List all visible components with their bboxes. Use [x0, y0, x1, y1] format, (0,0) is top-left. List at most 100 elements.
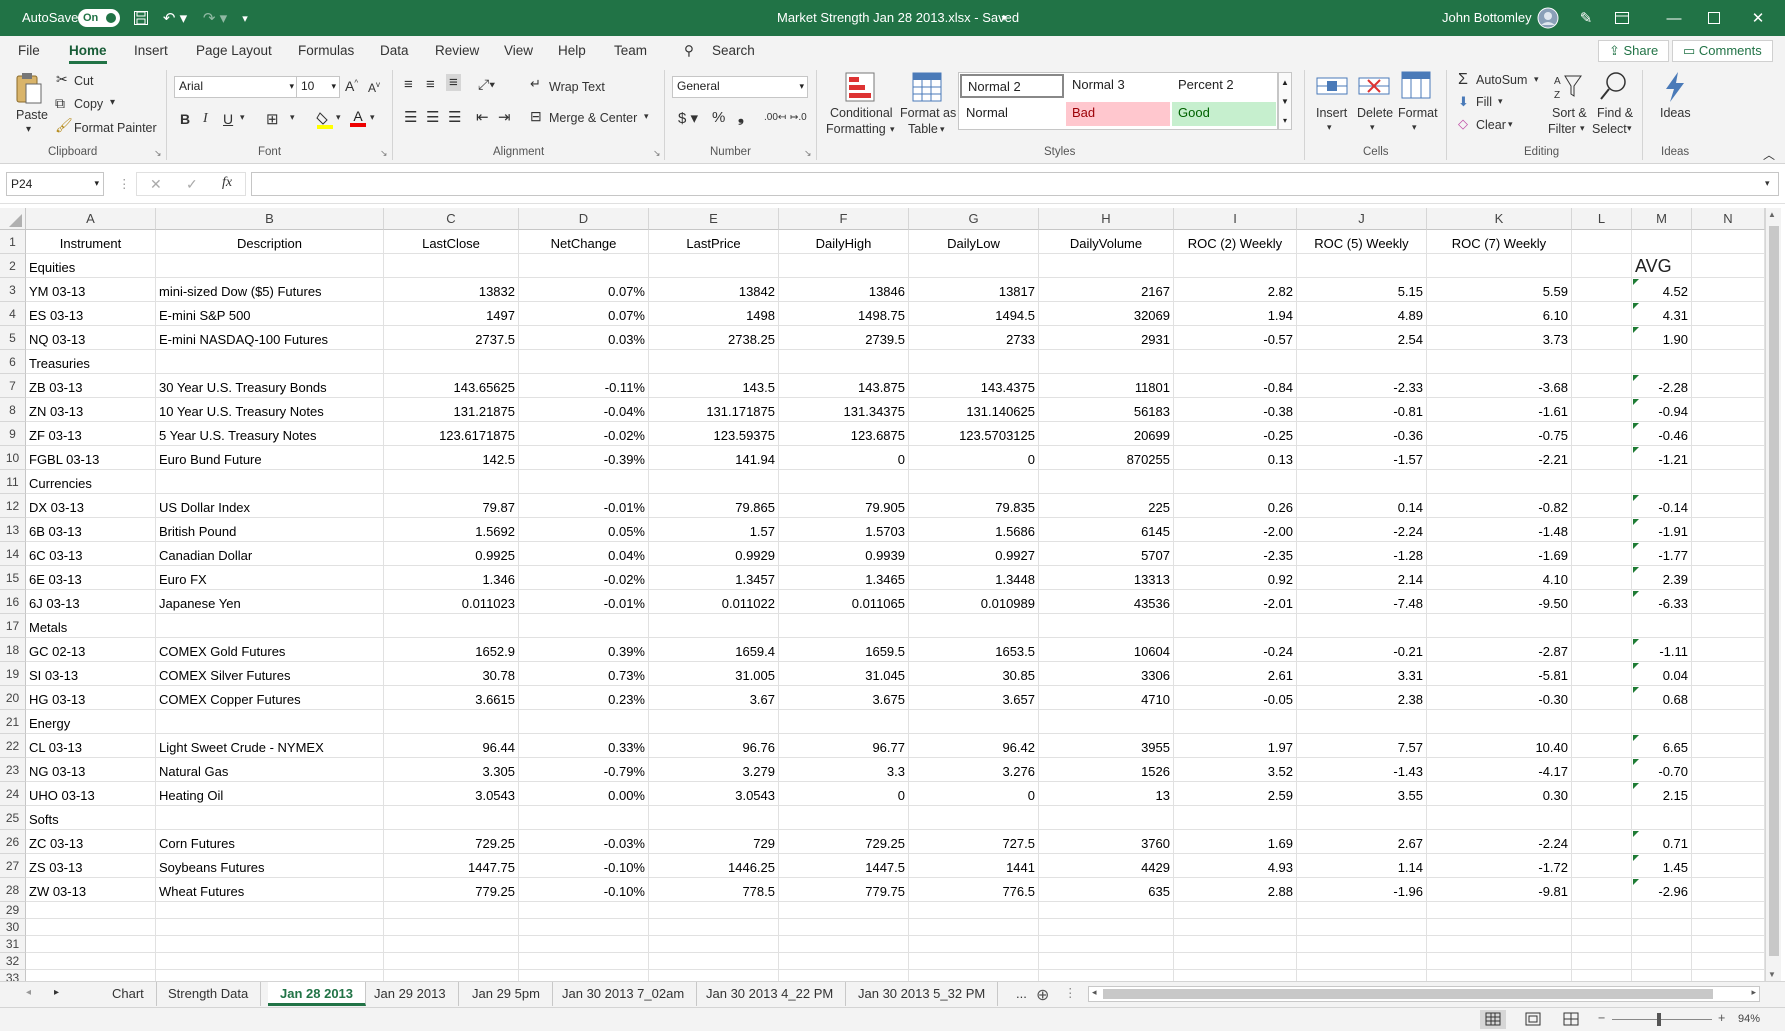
- table-cell[interactable]: Heating Oil: [156, 782, 384, 806]
- table-cell[interactable]: 10.40: [1427, 734, 1572, 758]
- table-cell[interactable]: [649, 936, 779, 953]
- table-cell[interactable]: [779, 902, 909, 919]
- table-cell[interactable]: [1692, 398, 1765, 422]
- table-cell[interactable]: [156, 919, 384, 936]
- row-header[interactable]: 1: [0, 230, 26, 254]
- orientation-icon[interactable]: ⤢▾: [478, 76, 495, 93]
- table-cell[interactable]: [1572, 494, 1632, 518]
- table-cell[interactable]: 0.9927: [909, 542, 1039, 566]
- fill-dropdown-icon[interactable]: ▾: [1498, 96, 1503, 107]
- table-cell[interactable]: [1297, 953, 1427, 970]
- conditional-formatting-icon[interactable]: [845, 72, 875, 102]
- table-cell[interactable]: [1692, 590, 1765, 614]
- table-cell[interactable]: -7.48: [1297, 590, 1427, 614]
- table-cell[interactable]: 10604: [1039, 638, 1174, 662]
- comments-button[interactable]: ▭ Comments: [1672, 40, 1773, 62]
- table-cell[interactable]: 123.59375: [649, 422, 779, 446]
- row-header[interactable]: 13: [0, 518, 26, 542]
- table-cell[interactable]: 776.5: [909, 878, 1039, 902]
- sheet-tab[interactable]: Strength Data: [156, 982, 262, 1006]
- row-header[interactable]: 29: [0, 902, 26, 919]
- style-good[interactable]: Good: [1172, 102, 1276, 126]
- find-dropdown-icon[interactable]: ▾: [1627, 123, 1632, 134]
- horizontal-scroll-thumb[interactable]: [1103, 989, 1713, 999]
- table-cell[interactable]: [1572, 422, 1632, 446]
- table-cell[interactable]: Corn Futures: [156, 830, 384, 854]
- table-cell[interactable]: [519, 254, 649, 278]
- find-select-icon[interactable]: [1598, 70, 1628, 102]
- table-cell[interactable]: 5.59: [1427, 278, 1572, 302]
- table-cell[interactable]: 1.3457: [649, 566, 779, 590]
- table-cell[interactable]: [909, 902, 1039, 919]
- table-cell[interactable]: -0.02%: [519, 566, 649, 590]
- redo-icon[interactable]: ↷ ▾: [200, 7, 230, 29]
- column-header[interactable]: I: [1174, 208, 1297, 230]
- column-header[interactable]: K: [1427, 208, 1572, 230]
- table-cell[interactable]: [1572, 919, 1632, 936]
- table-cell[interactable]: 5.15: [1297, 278, 1427, 302]
- table-cell[interactable]: 30.85: [909, 662, 1039, 686]
- table-cell[interactable]: [1039, 470, 1174, 494]
- table-cell[interactable]: -2.87: [1427, 638, 1572, 662]
- table-cell[interactable]: [909, 919, 1039, 936]
- table-cell[interactable]: [384, 254, 519, 278]
- table-cell[interactable]: 4.93: [1174, 854, 1297, 878]
- table-cell[interactable]: -2.33: [1297, 374, 1427, 398]
- table-cell[interactable]: 1.5686: [909, 518, 1039, 542]
- row-header[interactable]: 26: [0, 830, 26, 854]
- table-cell[interactable]: [649, 919, 779, 936]
- table-cell[interactable]: 2167: [1039, 278, 1174, 302]
- table-cell[interactable]: [1427, 936, 1572, 953]
- row-header[interactable]: 7: [0, 374, 26, 398]
- table-cell[interactable]: 3.276: [909, 758, 1039, 782]
- table-cell[interactable]: [1572, 350, 1632, 374]
- table-cell[interactable]: 79.835: [909, 494, 1039, 518]
- table-cell[interactable]: -1.11: [1632, 638, 1692, 662]
- table-cell[interactable]: [1692, 326, 1765, 350]
- borders-dropdown-icon[interactable]: ▾: [290, 112, 295, 123]
- table-cell[interactable]: 0.04%: [519, 542, 649, 566]
- table-cell[interactable]: 0.011022: [649, 590, 779, 614]
- fill-color-icon[interactable]: [316, 110, 334, 130]
- table-cell[interactable]: [1692, 902, 1765, 919]
- table-cell[interactable]: Metals: [26, 614, 156, 638]
- table-cell[interactable]: [909, 710, 1039, 734]
- table-cell[interactable]: [1572, 398, 1632, 422]
- table-cell[interactable]: [779, 919, 909, 936]
- table-cell[interactable]: Euro FX: [156, 566, 384, 590]
- table-cell[interactable]: -2.96: [1632, 878, 1692, 902]
- table-cell[interactable]: 2.39: [1632, 566, 1692, 590]
- delete-cells-icon[interactable]: [1358, 72, 1390, 100]
- table-cell[interactable]: -0.05: [1174, 686, 1297, 710]
- table-cell[interactable]: -0.46: [1632, 422, 1692, 446]
- table-cell[interactable]: [1692, 542, 1765, 566]
- table-cell[interactable]: [1427, 953, 1572, 970]
- table-cell[interactable]: [1174, 614, 1297, 638]
- table-cell[interactable]: [1632, 953, 1692, 970]
- table-cell[interactable]: 6.10: [1427, 302, 1572, 326]
- table-cell[interactable]: [1039, 936, 1174, 953]
- table-cell[interactable]: [1692, 494, 1765, 518]
- table-cell[interactable]: 3.3: [779, 758, 909, 782]
- vertical-scroll-thumb[interactable]: [1769, 226, 1779, 956]
- table-cell[interactable]: [26, 953, 156, 970]
- table-cell[interactable]: [1692, 350, 1765, 374]
- table-cell[interactable]: 779.75: [779, 878, 909, 902]
- fill-button[interactable]: Fill: [1476, 95, 1492, 109]
- row-header[interactable]: 3: [0, 278, 26, 302]
- formula-input[interactable]: [251, 172, 1779, 196]
- table-cell[interactable]: 141.94: [649, 446, 779, 470]
- tab-formulas[interactable]: Formulas: [298, 43, 354, 58]
- row-header[interactable]: 27: [0, 854, 26, 878]
- clear-dropdown-icon[interactable]: ▾: [1508, 119, 1513, 130]
- table-cell[interactable]: 1447.75: [384, 854, 519, 878]
- tab-review[interactable]: Review: [435, 43, 479, 58]
- title-dropdown-icon[interactable]: ▾: [998, 7, 1010, 29]
- decrease-font-icon[interactable]: Av: [368, 80, 380, 95]
- conditional-dropdown-icon[interactable]: ▾: [890, 124, 895, 135]
- table-cell[interactable]: [384, 350, 519, 374]
- borders-icon[interactable]: ⊞: [266, 110, 279, 128]
- table-cell[interactable]: ZS 03-13: [26, 854, 156, 878]
- table-cell[interactable]: GC 02-13: [26, 638, 156, 662]
- table-cell[interactable]: 2737.5: [384, 326, 519, 350]
